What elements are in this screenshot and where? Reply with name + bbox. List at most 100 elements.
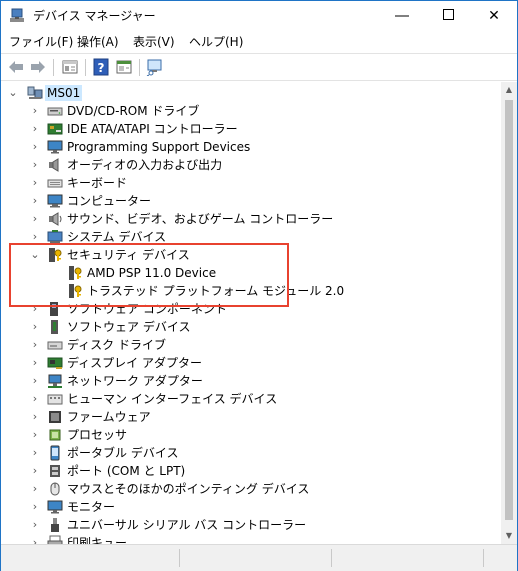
menu-file[interactable]: ファイル(F) xyxy=(9,34,73,50)
computer-icon xyxy=(47,194,63,208)
chevron-right-icon[interactable]: › xyxy=(29,175,41,191)
tree-category-label: マウスとそのほかのポインティング デバイス xyxy=(67,482,310,496)
tree-category-row[interactable]: › キーボード xyxy=(1,174,501,192)
display-adapter-icon xyxy=(47,357,63,369)
tree-category-label: 印刷キュー xyxy=(67,536,128,544)
menu-bar: ファイル(F) 操作(A) 表示(V) ヘルプ(H) xyxy=(1,31,517,53)
toolbar: ? xyxy=(1,53,517,81)
disk-drive-icon xyxy=(47,341,63,350)
menu-help[interactable]: ヘルプ(H) xyxy=(189,34,243,50)
hid-icon xyxy=(47,394,63,405)
tree-category-row[interactable]: › コンピューター xyxy=(1,192,501,210)
tree-category-label: オーディオの入力および出力 xyxy=(67,158,223,172)
tree-category-row[interactable]: › マウスとそのほかのポインティング デバイス xyxy=(1,480,501,498)
chevron-right-icon[interactable]: › xyxy=(29,139,41,155)
tree-category-row[interactable]: › プロセッサ xyxy=(1,426,501,444)
chevron-right-icon[interactable]: › xyxy=(29,211,41,227)
chevron-right-icon[interactable]: › xyxy=(29,535,41,544)
toolbar-separator xyxy=(85,59,86,76)
sound-icon xyxy=(49,212,62,226)
mouse-icon xyxy=(50,482,60,496)
chevron-right-icon[interactable]: › xyxy=(29,121,41,137)
status-segment xyxy=(181,549,332,567)
tree-category-label: ネットワーク アダプター xyxy=(67,374,203,388)
scroll-down-button[interactable]: ▼ xyxy=(501,528,517,544)
chevron-right-icon[interactable]: › xyxy=(29,427,41,443)
tree-root[interactable]: ⌄ MS01 xyxy=(1,84,501,102)
tree-category-label: ディスプレイ アダプター xyxy=(67,356,202,370)
tree-category-label: Programming Support Devices xyxy=(67,140,251,154)
speaker-icon xyxy=(49,158,59,172)
properties-icon[interactable] xyxy=(61,58,79,76)
tree-category-row[interactable]: › ポータブル デバイス xyxy=(1,444,501,462)
tree-category-label: IDE ATA/ATAPI コントローラー xyxy=(67,122,238,136)
chevron-right-icon[interactable]: › xyxy=(29,157,41,173)
svg-text:?: ? xyxy=(98,61,105,75)
tree-category-label: コンピューター xyxy=(67,194,152,208)
tree-category-label: モニター xyxy=(67,500,116,514)
tree-category-row[interactable]: › オーディオの入力および出力 xyxy=(1,156,501,174)
device-manager-window: デバイス マネージャー ― ✕ ファイル(F) 操作(A) 表示(V) ヘルプ(… xyxy=(0,0,518,571)
usb-icon xyxy=(51,518,59,532)
chevron-right-icon[interactable]: › xyxy=(29,355,41,371)
scroll-thumb[interactable] xyxy=(505,100,513,520)
monitor-icon xyxy=(47,140,63,154)
device-tree: ⌄ MS01 › DVD/CD-ROM ドライブ › IDE ATA/ATAPI コン… xyxy=(1,82,501,544)
chevron-right-icon[interactable]: › xyxy=(29,391,41,407)
scroll-up-button[interactable]: ▲ xyxy=(501,82,517,98)
tree-category-label: ソフトウェア デバイス xyxy=(67,320,191,334)
tree-category-row[interactable]: › 印刷キュー xyxy=(1,534,501,544)
tree-category-row[interactable]: › ファームウェア xyxy=(1,408,501,426)
device-manager-icon xyxy=(10,8,24,22)
tree-category-label: サウンド、ビデオ、およびゲーム コントローラー xyxy=(67,212,334,226)
view-icon[interactable] xyxy=(115,58,133,76)
chevron-right-icon[interactable]: › xyxy=(29,337,41,353)
toolbar-separator xyxy=(139,59,140,76)
minimize-button[interactable]: ― xyxy=(379,1,425,31)
tree-category-row[interactable]: › モニター xyxy=(1,498,501,516)
tree-category-row[interactable]: › ヒューマン インターフェイス デバイス xyxy=(1,390,501,408)
tree-category-row[interactable]: › ソフトウェア デバイス xyxy=(1,318,501,336)
port-icon xyxy=(50,465,60,477)
chevron-right-icon[interactable]: › xyxy=(29,481,41,497)
tree-category-row[interactable]: › IDE ATA/ATAPI コントローラー xyxy=(1,120,501,138)
tree-category-row[interactable]: › ユニバーサル シリアル バス コントローラー xyxy=(1,516,501,534)
software-device-icon xyxy=(51,320,58,334)
firmware-icon xyxy=(49,411,61,423)
chevron-right-icon[interactable]: › xyxy=(29,193,41,209)
help-icon[interactable]: ? xyxy=(92,58,110,76)
close-button[interactable]: ✕ xyxy=(471,1,517,31)
tree-category-row[interactable]: › ディスプレイ アダプター xyxy=(1,354,501,372)
chevron-right-icon[interactable]: › xyxy=(29,445,41,461)
chevron-right-icon[interactable]: › xyxy=(29,517,41,533)
maximize-button[interactable] xyxy=(425,1,471,31)
menu-action[interactable]: 操作(A) xyxy=(77,34,119,50)
vertical-scrollbar[interactable]: ▲ ▼ xyxy=(501,82,517,544)
scan-hardware-icon[interactable] xyxy=(146,58,164,76)
chevron-right-icon[interactable]: › xyxy=(29,373,41,389)
forward-arrow-icon[interactable] xyxy=(29,58,47,76)
tree-category-label: DVD/CD-ROM ドライブ xyxy=(67,104,200,118)
tree-category-row[interactable]: › サウンド、ビデオ、およびゲーム コントローラー xyxy=(1,210,501,228)
monitor-icon xyxy=(47,500,63,514)
status-segment xyxy=(333,549,484,567)
chevron-right-icon[interactable]: › xyxy=(29,319,41,335)
chevron-right-icon[interactable]: › xyxy=(29,409,41,425)
tree-category-row[interactable]: › ディスク ドライブ xyxy=(1,336,501,354)
chevron-right-icon[interactable]: › xyxy=(29,103,41,119)
back-arrow-icon[interactable] xyxy=(7,58,25,76)
chevron-right-icon[interactable]: › xyxy=(29,499,41,515)
dvd-drive-icon xyxy=(47,107,63,116)
menu-view[interactable]: 表示(V) xyxy=(133,34,175,50)
tree-category-row[interactable]: › ネットワーク アダプター xyxy=(1,372,501,390)
portable-device-icon xyxy=(50,445,60,461)
tree-category-row[interactable]: › Programming Support Devices xyxy=(1,138,501,156)
status-bar xyxy=(1,544,517,571)
highlight-box xyxy=(9,243,289,307)
tree-category-row[interactable]: › ポート (COM と LPT) xyxy=(1,462,501,480)
chevron-down-icon[interactable]: ⌄ xyxy=(7,85,19,101)
chevron-right-icon[interactable]: › xyxy=(29,463,41,479)
tree-category-label: ポータブル デバイス xyxy=(67,446,179,460)
printer-icon xyxy=(47,535,63,544)
tree-category-row[interactable]: › DVD/CD-ROM ドライブ xyxy=(1,102,501,120)
